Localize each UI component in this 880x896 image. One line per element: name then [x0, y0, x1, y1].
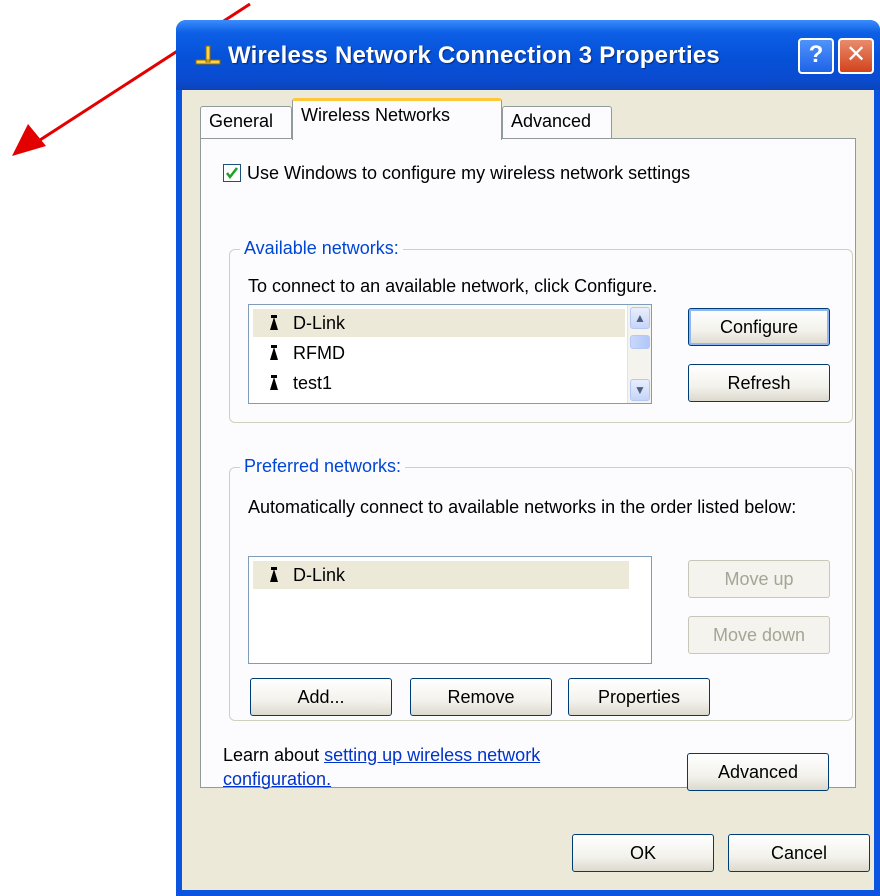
network-name: test1 — [293, 373, 333, 393]
available-list-scrollbar[interactable]: ▲ ▼ — [627, 305, 651, 403]
available-networks-title: Available networks: — [240, 238, 403, 259]
refresh-button[interactable]: Refresh — [688, 364, 830, 402]
scroll-down-icon[interactable]: ▼ — [630, 379, 650, 401]
list-item[interactable]: D-Link — [253, 309, 625, 337]
preferred-networks-list[interactable]: D-Link — [248, 556, 652, 664]
dialog-client: General Wireless Networks Advanced Use W… — [182, 90, 874, 890]
scroll-up-icon[interactable]: ▲ — [630, 307, 650, 329]
preferred-networks-group: Preferred networks: Automatically connec… — [229, 456, 853, 721]
cancel-button[interactable]: Cancel — [728, 834, 870, 872]
help-button[interactable]: ? — [798, 38, 834, 74]
close-button[interactable]: ✕ — [838, 38, 874, 74]
advanced-button[interactable]: Advanced — [687, 753, 829, 791]
wireless-network-icon — [270, 315, 278, 330]
learn-about-prefix: Learn about — [223, 745, 325, 765]
preferred-networks-description: Automatically connect to available netwo… — [248, 497, 797, 517]
wireless-network-icon — [270, 567, 278, 582]
wireless-network-icon — [270, 375, 278, 390]
available-networks-description: To connect to an available network, clic… — [248, 276, 658, 296]
ok-button[interactable]: OK — [572, 834, 714, 872]
checkmark-icon — [226, 167, 238, 180]
list-item[interactable]: test1 — [253, 369, 625, 397]
network-name: D-Link — [293, 313, 346, 333]
tab-wireless-networks[interactable]: Wireless Networks — [292, 98, 502, 140]
wireless-networks-panel: Use Windows to configure my wireless net… — [200, 138, 856, 791]
remove-button[interactable]: Remove — [410, 678, 552, 716]
add-button[interactable]: Add... — [250, 678, 392, 716]
available-networks-group: Available networks: To connect to an ava… — [229, 238, 853, 423]
scroll-thumb[interactable] — [630, 335, 650, 349]
learn-about-text: Learn about setting up wireless network … — [223, 743, 643, 791]
move-down-button[interactable]: Move down — [688, 616, 830, 654]
list-item[interactable]: RFMD — [253, 339, 625, 367]
title-bar[interactable]: Wireless Network Connection 3 Properties… — [176, 20, 880, 90]
move-up-button[interactable]: Move up — [688, 560, 830, 598]
available-networks-list[interactable]: D-Link RFMD test1 ▲ ▼ — [248, 304, 652, 404]
preferred-networks-title: Preferred networks: — [240, 456, 406, 477]
network-name: D-Link — [293, 565, 346, 585]
use-windows-label: Use Windows to configure my wireless net… — [247, 163, 691, 183]
network-connection-icon — [195, 45, 221, 65]
use-windows-row[interactable]: Use Windows to configure my wireless net… — [223, 163, 690, 184]
window-title: Wireless Network Connection 3 Properties — [228, 42, 720, 69]
tab-general[interactable]: General — [200, 106, 292, 138]
wireless-network-icon — [270, 345, 278, 360]
network-name: RFMD — [293, 343, 345, 363]
list-item[interactable]: D-Link — [253, 561, 629, 589]
properties-button[interactable]: Properties — [568, 678, 710, 716]
tab-advanced[interactable]: Advanced — [502, 106, 612, 138]
use-windows-checkbox[interactable] — [223, 164, 241, 182]
properties-window: Wireless Network Connection 3 Properties… — [176, 20, 880, 896]
configure-button[interactable]: Configure — [688, 308, 830, 346]
